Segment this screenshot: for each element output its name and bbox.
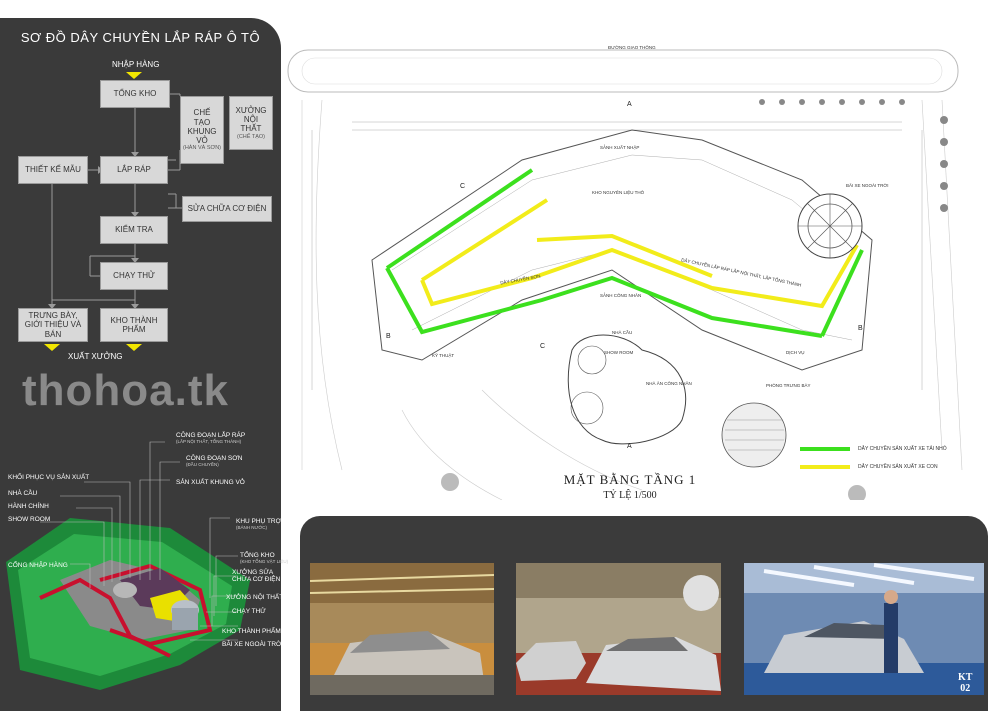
plan-label: SẢNH XUẤT NHẬP (600, 145, 640, 150)
watermark: thohoa.tk (22, 366, 229, 415)
legend-swatch-yellow (800, 465, 850, 469)
flow-sua-chua: SỬA CHỮA CƠ ĐIỆN (182, 196, 272, 222)
arrow-down-icon (126, 344, 142, 351)
plan-label: NHÀ ĂN CÔNG NHÂN (646, 381, 692, 386)
legend-text: DÂY CHUYỀN SẢN XUẤT XE CON (858, 464, 938, 470)
flow-trung-bay: TRƯNG BÀY, GIỚI THIỆU VÀ BÁN (18, 308, 88, 342)
sheet-code: KT 02 (958, 672, 972, 694)
iso-label: CHẠY THỬ (232, 608, 266, 615)
iso-label: CÔNG ĐOẠN SƠN (ĐẦU CHUYỀN) (186, 455, 243, 467)
legend-text: DÂY CHUYỀN SẢN XUẤT XE TẢI NHỎ (858, 446, 947, 452)
flow-kiem-tra: KIỂM TRA (100, 216, 168, 244)
photo-factory-3 (744, 563, 984, 695)
svg-text:B: B (858, 325, 863, 332)
site-plan: A A C B C B (287, 49, 963, 500)
plan-label: BÃI XE NGOÀI TRỜI (846, 183, 889, 188)
iso-label: CÔNG ĐOẠN LẮP RÁP (LẮP NỘI THẤT, TỔNG THÀ… (176, 432, 246, 444)
flow-chay-thu: CHẠY THỬ (100, 262, 168, 290)
iso-label: HÀNH CHÍNH (8, 503, 49, 510)
flow-che-tao-label: CHẾ TẠO KHUNG VỎ (187, 108, 217, 146)
svg-text:B: B (386, 333, 391, 340)
plan-label: SHOW ROOM (604, 350, 634, 355)
flow-che-tao-sub: (HÀN VÀ SƠN) (182, 145, 222, 152)
plan-label: KỸ THUẬT (432, 353, 455, 358)
photo-factory-2 (516, 563, 721, 695)
sheet-code-2: 02 (960, 683, 971, 694)
arrow-down-icon (44, 344, 60, 351)
flow-xuong-noi-that-label: XƯỞNG NỘI THẤT (235, 106, 267, 134)
iso-label: SẢN XUẤT KHUNG VỎ (176, 479, 245, 486)
flow-kho-thanh-pham-label: KHO THÀNH PHẨM (110, 315, 158, 334)
flow-xuat-xuong-label: XUẤT XƯỞNG (68, 352, 123, 361)
flow-kho-thanh-pham: KHO THÀNH PHẨM (100, 308, 168, 342)
iso-label: KHỐI PHỤC VỤ SẢN XUẤT (8, 474, 90, 481)
flow-lap-rap: LẮP RÁP (100, 156, 168, 184)
iso-label: XƯỞNG NỘI THẤT (226, 594, 284, 601)
plan-label: NHÀ CẦU (612, 330, 633, 335)
plan-title: MẶT BẰNG TẦNG 1 (563, 472, 697, 487)
svg-text:A: A (627, 101, 632, 108)
plan-label: DỊCH VỤ (786, 350, 805, 355)
svg-text:C: C (460, 183, 465, 190)
flow-thiet-ke-mau: THIẾT KẾ MẪU (18, 156, 88, 184)
plan-label: SẢNH CÔNG NHÂN (600, 293, 642, 298)
flow-xuong-noi-that-sub: (CHẾ TẠO) (236, 133, 265, 140)
legend-swatch-green (800, 447, 850, 451)
sheet-code-1: KT (958, 672, 973, 683)
flow-che-tao: CHẾ TẠO KHUNG VỎ (HÀN VÀ SƠN) (180, 96, 224, 164)
plan-label: PHÒNG TRƯNG BÀY (766, 383, 811, 388)
arrow-down-icon (126, 72, 142, 79)
flow-nhap-hang-label: NHẬP HÀNG (112, 60, 160, 69)
svg-text:C: C (540, 343, 545, 350)
iso-label: TỔNG KHO (KHO TỔNG VẬT LIỆU) (240, 552, 289, 564)
plan-road-label: ĐƯỜNG GIAO THÔNG (608, 45, 656, 50)
iso-label: SHOW ROOM (8, 516, 51, 523)
iso-label: BÃI XE NGOÀI TRỜI (222, 641, 284, 648)
iso-label: NHÀ CẦU (8, 490, 38, 497)
flow-tong-kho: TỔNG KHO (100, 80, 170, 108)
iso-label: XƯỞNG SỬA CHỮA CƠ ĐIỆN (232, 569, 281, 584)
plan-label: KHO NGUYÊN LIỆU THÔ (592, 190, 645, 195)
iso-label: KHO THÀNH PHẨM (222, 628, 281, 635)
plan-scale: TỶ LỆ 1/500 (603, 490, 657, 501)
iso-label: CỔNG NHẬP HÀNG (8, 562, 68, 569)
photo-factory-1 (310, 563, 494, 695)
flow-trung-bay-label: TRƯNG BÀY, GIỚI THIỆU VÀ BÁN (24, 311, 82, 339)
iso-label: KHU PHỤ TRỢ (BÁNH NƯỚC) (236, 518, 282, 530)
flow-xuong-noi-that: XƯỞNG NỘI THẤT (CHẾ TẠO) (229, 96, 273, 150)
svg-text:A: A (627, 443, 632, 450)
